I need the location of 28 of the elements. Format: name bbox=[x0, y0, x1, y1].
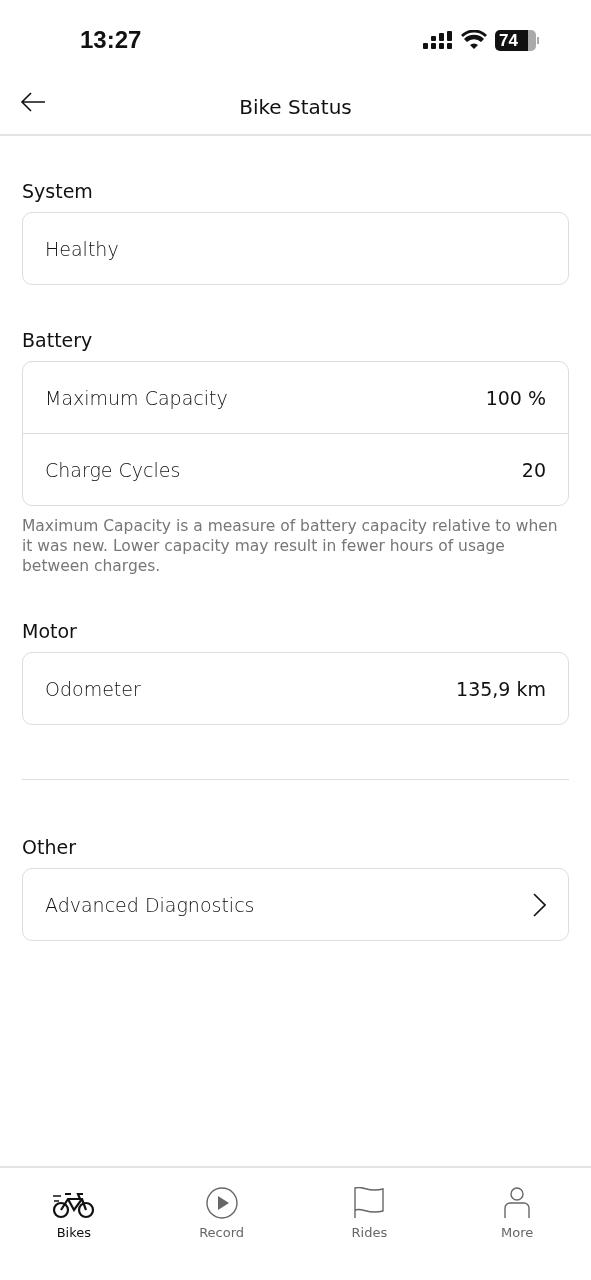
battery-icon: 74 bbox=[495, 29, 539, 51]
row-label: Maximum Capacity bbox=[45, 386, 228, 409]
tab-item[interactable]: Bikes bbox=[0, 1176, 148, 1240]
tab-item[interactable]: Rides bbox=[295, 1176, 444, 1240]
signal-icon bbox=[423, 30, 454, 50]
back-arrow-icon[interactable] bbox=[20, 92, 46, 112]
play-icon bbox=[205, 1187, 238, 1219]
row-label: Healthy bbox=[45, 237, 119, 260]
row-label: Odometer bbox=[45, 677, 141, 700]
tab-item[interactable]: More bbox=[443, 1176, 591, 1240]
chevron-right-icon[interactable] bbox=[532, 892, 546, 917]
row-value: 100 % bbox=[485, 386, 546, 409]
section-title: System bbox=[22, 180, 93, 202]
tab-item[interactable]: Record bbox=[147, 1176, 296, 1240]
bicycle-icon bbox=[51, 1191, 96, 1219]
row-value: 135,9 km bbox=[456, 677, 546, 700]
section-title: Motor bbox=[22, 620, 77, 643]
row-label: Charge Cycles bbox=[45, 458, 181, 481]
section-title: Battery bbox=[22, 329, 93, 351]
section-title: Other bbox=[22, 836, 76, 859]
flag-icon bbox=[353, 1187, 386, 1219]
row-label[interactable]: Advanced Diagnostics bbox=[45, 893, 255, 916]
wifi-icon bbox=[461, 30, 488, 50]
page-title: Bike Status bbox=[239, 95, 352, 119]
battery-note: Maximum Capacity is a measure of battery capacity relative to when it was new. Lower capacity may result in fewer hours of usage between charges. bbox=[22, 516, 559, 577]
status-time: 13:27 bbox=[80, 26, 142, 54]
person-icon bbox=[503, 1187, 532, 1219]
row-value: 20 bbox=[521, 458, 546, 481]
